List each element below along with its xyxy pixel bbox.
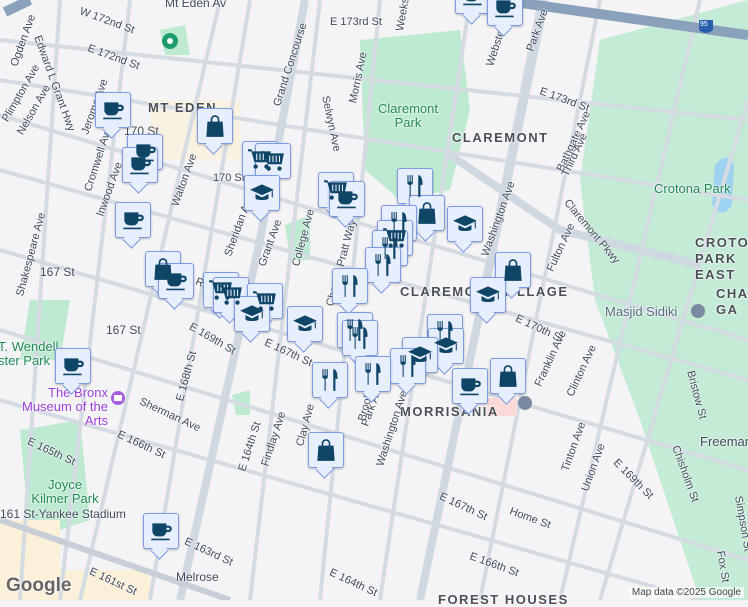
food-marker[interactable] — [365, 247, 401, 283]
map-attribution[interactable]: Map data ©2025 Google — [628, 587, 744, 598]
cafe-icon — [127, 152, 153, 178]
location-pin[interactable] — [162, 33, 178, 49]
label-joyce-kilmer-park: Joyce Kilmer Park — [31, 477, 99, 506]
label-crotona-park-east: CROTONA PARK EAST — [695, 235, 748, 282]
food-marker[interactable] — [397, 168, 433, 204]
label-station-167: 167 St — [40, 265, 75, 279]
school-marker[interactable] — [447, 206, 483, 242]
school-marker[interactable] — [244, 175, 280, 211]
school-icon — [292, 311, 318, 337]
food-icon — [337, 273, 363, 299]
label-bronx-museum: The Bronx Museum of the Arts — [22, 385, 108, 428]
bag-marker[interactable] — [197, 108, 233, 144]
bag-icon — [202, 113, 228, 139]
food-icon — [370, 252, 396, 278]
street-label: 170 St — [213, 172, 245, 184]
bag-icon — [500, 257, 526, 283]
school-icon — [452, 211, 478, 237]
bag-marker[interactable] — [308, 432, 344, 468]
cafe-icon — [334, 186, 360, 212]
cafe-marker[interactable] — [115, 202, 151, 238]
school-poi-icon — [518, 396, 532, 410]
food-marker[interactable] — [312, 362, 348, 398]
google-logo: Google — [6, 575, 72, 596]
cafe-icon — [120, 207, 146, 233]
school-marker[interactable] — [428, 328, 464, 364]
cafe-marker[interactable] — [158, 263, 194, 299]
school-icon — [239, 301, 265, 327]
food-icon — [402, 173, 428, 199]
street-label: E 173rd St — [330, 16, 382, 28]
food-icon — [360, 361, 386, 387]
bag-marker[interactable] — [490, 358, 526, 394]
school-icon — [433, 333, 459, 359]
cafe-marker[interactable] — [329, 181, 365, 217]
school-icon — [249, 180, 275, 206]
bag-icon — [414, 200, 440, 226]
cart-icon — [260, 148, 286, 174]
bag-marker[interactable] — [409, 195, 445, 231]
cafe-marker[interactable] — [487, 0, 523, 26]
cafe-icon — [100, 97, 126, 123]
food-marker[interactable] — [355, 356, 391, 392]
cafe-icon — [457, 373, 483, 399]
label-crotona-park: Crotona Park — [654, 181, 731, 196]
school-icon — [475, 282, 501, 308]
cafe-marker[interactable] — [122, 147, 158, 183]
bag-icon — [495, 363, 521, 389]
cafe-marker[interactable] — [452, 368, 488, 404]
bag-icon — [313, 437, 339, 463]
mosque-icon — [691, 304, 705, 318]
label-charlotte-gardens: CHA GA — [716, 286, 748, 317]
label-station-mt-eden: Mt Eden Av — [165, 0, 227, 10]
food-marker[interactable] — [332, 268, 368, 304]
food-marker[interactable] — [390, 348, 426, 384]
museum-icon — [111, 391, 125, 405]
label-claremont-park: Claremont Park — [378, 101, 438, 130]
label-masjid-sidiki: Masjid Sidiki — [605, 304, 678, 319]
cafe-icon — [60, 353, 86, 379]
highway-shield-label: 95 — [700, 21, 708, 28]
cafe-marker[interactable] — [143, 513, 179, 549]
food-icon — [347, 325, 373, 351]
food-marker[interactable] — [342, 320, 378, 356]
cafe-marker[interactable] — [55, 348, 91, 384]
cafe-icon — [163, 268, 189, 294]
cafe-icon — [148, 518, 174, 544]
label-station-167b: 167 St — [106, 323, 141, 337]
highway-segment — [2, 0, 33, 17]
label-station-melrose: Melrose — [176, 570, 219, 584]
label-freeman: Freeman — [700, 434, 748, 449]
cafe-icon — [460, 0, 486, 9]
cafe-icon — [492, 0, 518, 21]
school-marker[interactable] — [470, 277, 506, 313]
label-station-yankee: 161 St-Yankee Stadium — [0, 507, 126, 521]
cart-marker[interactable] — [255, 143, 291, 179]
cafe-marker[interactable] — [455, 0, 491, 14]
food-icon — [317, 367, 343, 393]
label-claremont: CLAREMONT — [452, 130, 549, 145]
cafe-marker[interactable] — [95, 92, 131, 128]
school-marker[interactable] — [234, 296, 270, 332]
food-icon — [395, 353, 421, 379]
label-morrisania: MORRISANIA — [400, 404, 499, 419]
school-marker[interactable] — [287, 306, 323, 342]
